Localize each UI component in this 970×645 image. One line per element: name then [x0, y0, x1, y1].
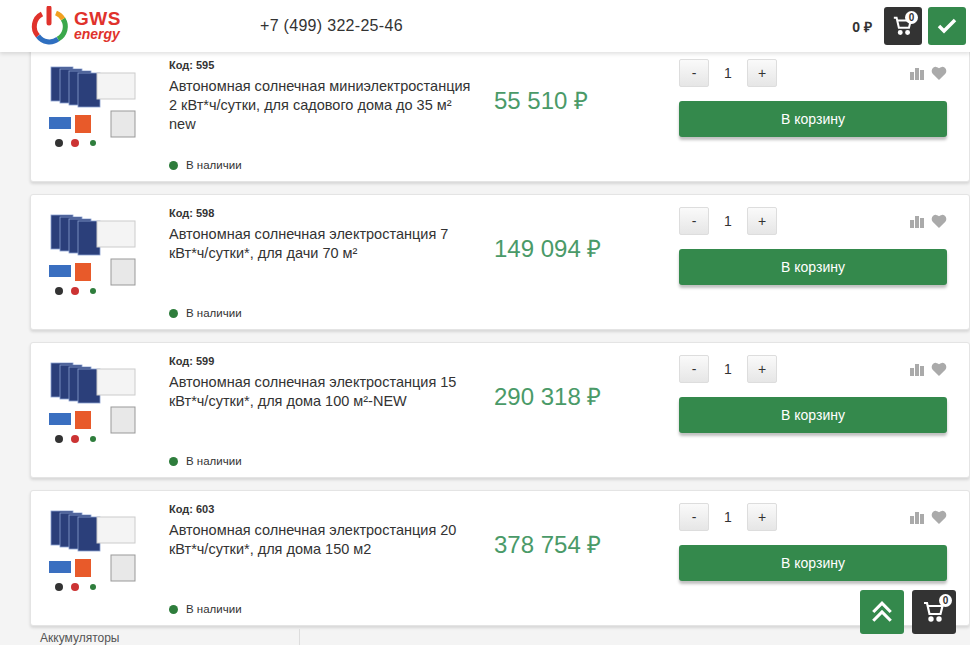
product-title[interactable]: Автономная солнечная электростанция 15 к… — [169, 373, 473, 411]
quantity-control: -1+ — [679, 503, 777, 531]
product-list-area: Код: 595 Автономная солнечная миниэлектро… — [0, 52, 970, 645]
stock-status: В наличии — [169, 307, 473, 319]
checkout-button[interactable] — [928, 7, 966, 45]
product-title[interactable]: Автономная солнечная электростанция 7 кВ… — [169, 225, 473, 263]
plus-button[interactable]: + — [747, 355, 777, 383]
product-code: Код: 598 — [169, 207, 473, 219]
chevrons-up-icon — [867, 597, 897, 627]
product-info: Код: 603 Автономная солнечная электростан… — [169, 503, 479, 615]
product-code: Код: 603 — [169, 503, 473, 515]
heart-icon[interactable] — [931, 66, 947, 80]
stock-status: В наличии — [169, 455, 473, 467]
check-icon — [935, 14, 959, 38]
product-code: Код: 595 — [169, 59, 473, 71]
product-card: Код: 598 Автономная солнечная электростан… — [30, 194, 970, 330]
sidebar-item[interactable]: Аккумуляторы — [40, 629, 300, 645]
product-image[interactable] — [45, 209, 141, 301]
product-price: 149 094 ₽ — [479, 207, 679, 319]
add-to-cart-button[interactable]: В корзину — [679, 545, 947, 581]
stock-dot — [169, 605, 178, 614]
product-actions: -1+ В корзину — [679, 207, 947, 319]
product-actions: -1+ В корзину — [679, 355, 947, 467]
stock-status: В наличии — [169, 603, 473, 615]
product-card: Код: 599 Автономная солнечная электростан… — [30, 342, 970, 478]
phone[interactable]: +7 (499) 322-25-46 — [260, 17, 403, 35]
floating-cart-button[interactable]: 0 — [912, 590, 956, 634]
product-card: Код: 603 Автономная солнечная электростан… — [30, 490, 970, 626]
product-list: Код: 595 Автономная солнечная миниэлектро… — [30, 52, 970, 626]
product-price: 290 318 ₽ — [479, 355, 679, 467]
heart-icon[interactable] — [931, 214, 947, 228]
product-info: Код: 599 Автономная солнечная электростан… — [169, 355, 479, 467]
compare-icon[interactable] — [909, 214, 925, 228]
sidebar: Аккумуляторы — [30, 626, 970, 645]
plus-button[interactable]: + — [747, 59, 777, 87]
quantity-control: -1+ — [679, 355, 777, 383]
quantity-value[interactable]: 1 — [709, 509, 747, 525]
minus-button[interactable]: - — [679, 207, 709, 235]
stock-dot — [169, 309, 178, 318]
minus-button[interactable]: - — [679, 355, 709, 383]
plus-button[interactable]: + — [747, 503, 777, 531]
cart-badge: 0 — [939, 594, 952, 607]
add-to-cart-button[interactable]: В корзину — [679, 397, 947, 433]
quantity-value[interactable]: 1 — [709, 65, 747, 81]
product-image[interactable] — [45, 357, 141, 449]
product-price: 378 754 ₽ — [479, 503, 679, 615]
compare-icon[interactable] — [909, 362, 925, 376]
heart-icon[interactable] — [931, 510, 947, 524]
stock-dot — [169, 457, 178, 466]
stock-dot — [169, 161, 178, 170]
stock-status: В наличии — [169, 159, 473, 171]
product-actions: -1+ В корзину — [679, 59, 947, 171]
product-image[interactable] — [45, 61, 141, 153]
product-title[interactable]: Автономная солнечная электростанция 20 к… — [169, 521, 473, 559]
product-price: 55 510 ₽ — [479, 59, 679, 171]
scroll-up-button[interactable] — [860, 590, 904, 634]
product-card: Код: 595 Автономная солнечная миниэлектро… — [30, 52, 970, 182]
add-to-cart-button[interactable]: В корзину — [679, 249, 947, 285]
compare-icon[interactable] — [909, 66, 925, 80]
logo[interactable]: GWSenergy — [30, 6, 260, 46]
quantity-value[interactable]: 1 — [709, 213, 747, 229]
product-info: Код: 598 Автономная солнечная электростан… — [169, 207, 479, 319]
product-code: Код: 599 — [169, 355, 473, 367]
compare-icon[interactable] — [909, 510, 925, 524]
quantity-control: -1+ — [679, 59, 777, 87]
cart-button[interactable]: 0 — [884, 7, 922, 45]
add-to-cart-button[interactable]: В корзину — [679, 101, 947, 137]
plus-button[interactable]: + — [747, 207, 777, 235]
logo-icon — [30, 6, 70, 46]
product-actions: -1+ В корзину — [679, 503, 947, 615]
cart-badge: 0 — [905, 11, 918, 24]
floating-buttons: 0 — [860, 590, 956, 634]
minus-button[interactable]: - — [679, 503, 709, 531]
header: GWSenergy+7 (499) 322-25-46 0 ₽ 0 — [0, 0, 970, 52]
minus-button[interactable]: - — [679, 59, 709, 87]
cart-total: 0 ₽ — [852, 17, 872, 36]
page: GWSenergy+7 (499) 322-25-46 0 ₽ 0 Код: 595 А… — [0, 0, 970, 645]
product-title[interactable]: Автономная солнечная миниэлектростанция … — [169, 77, 473, 134]
quantity-control: -1+ — [679, 207, 777, 235]
quantity-value[interactable]: 1 — [709, 361, 747, 377]
heart-icon[interactable] — [931, 362, 947, 376]
product-info: Код: 595 Автономная солнечная миниэлектро… — [169, 59, 479, 171]
product-image[interactable] — [45, 505, 141, 597]
